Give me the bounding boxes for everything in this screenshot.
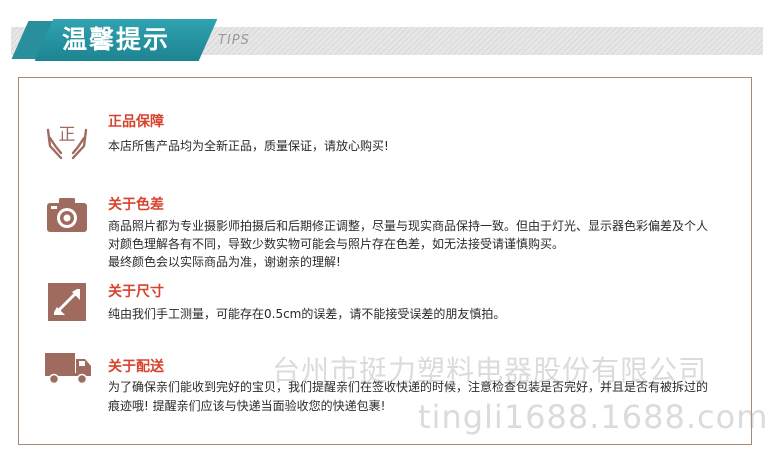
- section-text-delivery-line-2: 痕迹哦! 提醒亲们应该与快递当面验收您的快递包裹!: [108, 399, 386, 413]
- section-text-color-line-1: 商品照片都为专业摄影师拍摄后和后期修正调整，尽量与现实商品保持一致。但由于灯光、…: [108, 219, 709, 233]
- section-title-color: 关于色差: [108, 197, 164, 213]
- section-title-genuine: 正品保障: [108, 114, 164, 130]
- header-title: 温馨提示: [62, 25, 171, 54]
- svg-text:正: 正: [59, 125, 76, 145]
- header-subtitle: TIPS: [218, 33, 250, 48]
- section-text-genuine-line-1: 本店所售产品均为全新正品，质量保证，请放心购买!: [108, 139, 389, 153]
- resize-arrow-icon: [44, 279, 90, 325]
- section-text-size-line-1: 纯由我们手工测量，可能存在0.5cm的误差，请不能接受误差的朋友慎拍。: [108, 307, 506, 321]
- section-title-size: 关于尺寸: [108, 284, 164, 300]
- genuine-hands-icon: 正: [44, 116, 90, 162]
- delivery-truck-icon: [44, 349, 92, 395]
- camera-icon: [44, 193, 90, 239]
- section-text-color-line-2: 对颜色理解各有不同，导致少数实物可能会与照片存在色差，如无法接受请谨慎购买。: [108, 237, 565, 251]
- section-text-delivery-line-1: 为了确保亲们能收到完好的宝贝，我们提醒亲们在签收快递的时候，注意检查包装是否完好…: [108, 380, 709, 394]
- section-text-color-line-3: 最终颜色会以实际商品为准，谢谢亲的理解!: [108, 255, 341, 269]
- section-title-delivery: 关于配送: [108, 359, 164, 375]
